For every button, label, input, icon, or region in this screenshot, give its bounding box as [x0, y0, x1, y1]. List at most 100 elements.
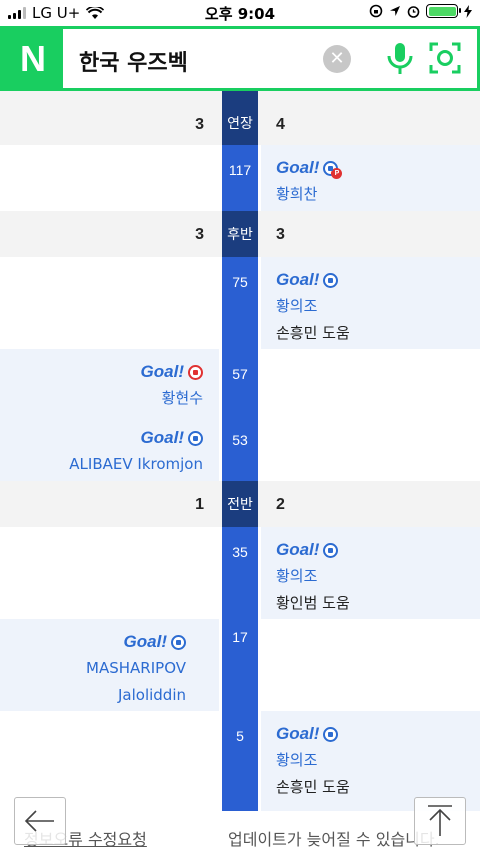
home-event-cell — [0, 145, 219, 211]
home-score: 1 — [195, 496, 204, 513]
away-event-cell[interactable]: Goal! P 황희찬 — [261, 145, 480, 211]
scorer-name[interactable]: 황의조 — [276, 747, 350, 774]
back-button[interactable] — [14, 797, 66, 845]
footer: 정보오류 수정요청 업데이트가 늦어질 수 있습니다. — [0, 811, 480, 854]
goal-label: Goal! — [276, 537, 350, 563]
assist-label: 손흥민 도움 — [276, 324, 350, 342]
assist-label: 손흥민 도움 — [276, 778, 350, 796]
period-row-extra-time: 3 연장 4 — [0, 91, 480, 145]
minute-marker: 35 — [222, 527, 258, 619]
event-row: 5 Goal! 황의조 손흥민 도움 — [0, 711, 480, 811]
away-event-cell — [261, 415, 480, 481]
clear-search-button[interactable]: ✕ — [323, 45, 351, 73]
period-label: 후반 — [222, 211, 258, 257]
scorer-name[interactable]: 황의조 — [276, 293, 350, 320]
assist-label: 황인범 도움 — [276, 594, 350, 612]
minute-marker: 53 — [222, 415, 258, 481]
minute-label: 57 — [232, 366, 248, 382]
away-event-cell[interactable]: Goal! 황의조 황인범 도움 — [261, 527, 480, 619]
naver-logo[interactable]: N — [3, 29, 63, 88]
home-event-cell[interactable]: Goal! ALIBAEV Ikromjon — [0, 415, 219, 481]
goal-event: Goal! ALIBAEV Ikromjon — [69, 425, 203, 478]
minute-label: 53 — [232, 432, 248, 448]
away-score: 2 — [276, 496, 285, 513]
away-event-cell — [261, 349, 480, 415]
goal-event: Goal! 황의조 손흥민 도움 — [276, 267, 350, 347]
event-row: 117 Goal! P 황희찬 — [0, 145, 480, 211]
home-event-cell — [0, 257, 219, 349]
goal-label: Goal! — [69, 425, 203, 451]
soccer-ball-icon — [188, 430, 203, 446]
home-event-cell[interactable]: Goal! MASHARIPOV Jaloliddin — [0, 619, 219, 711]
arrow-left-icon — [24, 810, 54, 832]
red-soccer-ball-icon — [188, 364, 203, 380]
battery-icon — [426, 4, 461, 18]
goal-event: Goal! MASHARIPOV Jaloliddin — [86, 629, 186, 709]
scorer-name[interactable]: 황희찬 — [276, 181, 338, 208]
soccer-ball-icon — [323, 542, 339, 558]
minute-label: 17 — [232, 629, 248, 645]
goal-label: Goal! — [86, 629, 186, 655]
event-row: Goal! ALIBAEV Ikromjon 53 — [0, 415, 480, 481]
home-score: 3 — [195, 226, 204, 243]
home-score: 3 — [195, 116, 204, 133]
goal-label: Goal! P — [276, 155, 343, 181]
match-timeline: 3 연장 4 117 Goal! P 황희찬 3 후반 3 75 Goal! 황의… — [0, 91, 480, 811]
minute-marker: 5 — [222, 711, 258, 811]
event-row: 75 Goal! 황의조 손흥민 도움 — [0, 257, 480, 349]
period-label: 연장 — [222, 91, 258, 145]
period-row-first-half: 1 전반 2 — [0, 481, 480, 527]
scroll-top-button[interactable] — [414, 797, 466, 845]
goal-label: Goal! — [141, 359, 203, 385]
goal-event: Goal! P 황희찬 — [276, 155, 343, 208]
home-event-cell[interactable]: Goal! 황현수 — [0, 349, 219, 415]
goal-label: Goal! — [276, 721, 350, 747]
event-row: Goal! MASHARIPOV Jaloliddin 17 — [0, 619, 480, 711]
away-score: 4 — [276, 116, 285, 133]
home-event-cell — [0, 527, 219, 619]
away-event-cell[interactable]: Goal! 황의조 손흥민 도움 — [261, 711, 480, 811]
minute-label: 117 — [228, 162, 252, 178]
update-notice: 업데이트가 늦어질 수 있습니다. — [228, 830, 440, 849]
scorer-name[interactable]: 황현수 — [141, 385, 203, 412]
scorer-name[interactable]: MASHARIPOV — [86, 655, 186, 682]
away-score: 3 — [276, 226, 285, 243]
location-icon — [390, 6, 400, 16]
event-row: Goal! 황현수 57 — [0, 349, 480, 415]
away-event-cell — [261, 619, 480, 711]
minute-marker: 17 — [222, 619, 258, 711]
scorer-name-cont[interactable]: Jaloliddin — [86, 682, 186, 709]
rotation-lock-icon — [369, 4, 383, 18]
minute-marker: 57 — [222, 349, 258, 415]
close-icon: ✕ — [329, 48, 345, 69]
minute-marker: 75 — [222, 257, 258, 349]
status-bar: LG U+ 오후 9:04 — [0, 0, 480, 26]
period-row-second-half: 3 후반 3 — [0, 211, 480, 257]
scorer-name[interactable]: 황의조 — [276, 563, 350, 590]
minute-label: 5 — [236, 728, 244, 744]
minute-label: 35 — [232, 544, 248, 560]
away-event-cell[interactable]: Goal! 황의조 손흥민 도움 — [261, 257, 480, 349]
period-label: 전반 — [222, 481, 258, 527]
microphone-icon[interactable] — [385, 41, 415, 77]
soccer-ball-icon — [323, 726, 339, 742]
charging-icon — [464, 4, 472, 18]
penalty-badge-icon: P — [331, 167, 343, 179]
soccer-ball-icon — [171, 634, 186, 650]
goal-event: Goal! 황의조 황인범 도움 — [276, 537, 350, 617]
camera-lens-icon[interactable] — [429, 42, 461, 74]
minute-marker: 117 — [222, 145, 258, 211]
home-event-cell — [0, 711, 219, 811]
status-right — [369, 4, 472, 18]
search-bar: N 한국 우즈벡 ✕ — [0, 26, 480, 91]
event-row: 35 Goal! 황의조 황인범 도움 — [0, 527, 480, 619]
goal-event: Goal! 황현수 — [141, 359, 203, 412]
scorer-name[interactable]: ALIBAEV Ikromjon — [69, 451, 203, 478]
soccer-ball-icon: P — [323, 160, 343, 179]
arrow-up-icon — [428, 805, 452, 836]
goal-label: Goal! — [276, 267, 350, 293]
search-query[interactable]: 한국 우즈벡 — [79, 45, 188, 77]
alarm-icon — [407, 5, 420, 18]
minute-label: 75 — [232, 274, 248, 290]
goal-event: Goal! 황의조 손흥민 도움 — [276, 721, 350, 801]
